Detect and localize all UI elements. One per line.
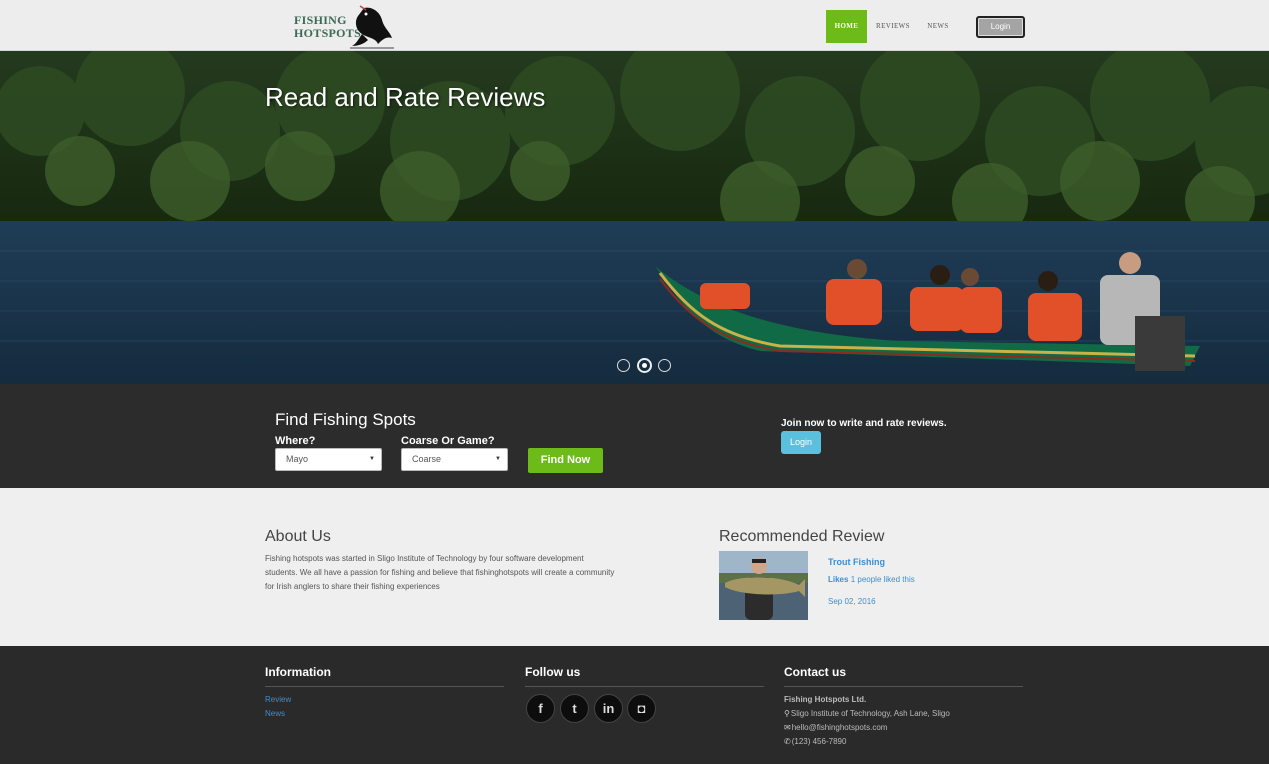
footer-link-news[interactable]: News	[265, 709, 285, 718]
nav-home-link[interactable]: HOME	[826, 10, 867, 43]
where-select[interactable]: Mayo ▼	[275, 448, 382, 471]
hero-carousel: Read and Rate Reviews	[0, 51, 1269, 384]
chevron-down-icon: ▼	[369, 456, 375, 462]
recommended-review-image[interactable]	[719, 551, 808, 620]
footer-divider	[265, 686, 504, 687]
footer-link-review[interactable]: Review	[265, 695, 291, 704]
phone-icon: ✆	[784, 737, 791, 746]
likes-label: Likes	[828, 575, 849, 584]
chevron-down-icon: ▼	[495, 456, 501, 462]
top-navbar: FISHING HOTSPOTS HOME REVIEWS NEWS Login	[0, 0, 1269, 51]
recommended-review-link[interactable]: Trout Fishing	[828, 557, 885, 567]
site-footer: Information Review News Follow us f t in…	[0, 646, 1269, 764]
main-content: About Us Fishing hotspots was started in…	[0, 488, 1269, 646]
facebook-icon[interactable]: f	[526, 694, 555, 723]
carousel-dot-1[interactable]	[617, 359, 630, 372]
fishing-type-select[interactable]: Coarse ▼	[401, 448, 508, 471]
contact-phone: ✆(123) 456-7890	[784, 737, 846, 746]
recommended-likes: Likes 1 people liked this	[828, 575, 915, 584]
instagram-icon[interactable]: ◘	[627, 694, 656, 723]
about-text: Fishing hotspots was started in Sligo In…	[265, 554, 615, 591]
fishing-type-select-value: Coarse	[412, 454, 442, 464]
email-text: hello@fishinghotspots.com	[791, 723, 888, 732]
carousel-dot-2[interactable]	[637, 358, 652, 373]
join-text: Join now to write and rate reviews.	[781, 418, 947, 429]
contact-address: ⚲Sligo Institute of Technology, Ash Lane…	[784, 709, 950, 718]
likes-count: 1 people liked this	[850, 575, 915, 584]
search-band: Find Fishing Spots Where? Coarse Or Game…	[0, 384, 1269, 488]
where-label: Where?	[275, 435, 316, 447]
linkedin-icon[interactable]: in	[594, 694, 623, 723]
carousel-dot-3[interactable]	[658, 359, 671, 372]
recommended-title: Recommended Review	[719, 528, 885, 545]
join-login-button[interactable]: Login	[781, 431, 821, 454]
footer-follow-title: Follow us	[525, 665, 581, 679]
nav-news-link[interactable]: NEWS	[923, 10, 953, 43]
contact-email[interactable]: ✉hello@fishinghotspots.com	[784, 723, 887, 732]
footer-contact-title: Contact us	[784, 665, 847, 679]
fish-logo-icon	[350, 5, 394, 49]
phone-text: (123) 456-7890	[791, 737, 847, 746]
search-title: Find Fishing Spots	[275, 410, 416, 429]
recommended-date: Sep 02, 2016	[828, 597, 876, 606]
address-text: Sligo Institute of Technology, Ash Lane,…	[790, 709, 950, 718]
fishing-type-label: Coarse Or Game?	[401, 435, 495, 447]
nav-login-button[interactable]: Login	[976, 16, 1025, 38]
brand-logo[interactable]: FISHING HOTSPOTS	[294, 4, 400, 50]
envelope-icon: ✉	[784, 723, 791, 732]
company-name: Fishing Hotspots Ltd.	[784, 695, 867, 704]
about-title: About Us	[265, 528, 331, 545]
hero-title: Read and Rate Reviews	[265, 82, 546, 112]
hero-lake-image	[0, 51, 1269, 384]
find-now-button[interactable]: Find Now	[528, 448, 603, 473]
map-pin-icon: ⚲	[784, 709, 790, 718]
footer-info-title: Information	[265, 665, 331, 679]
twitter-icon[interactable]: t	[560, 694, 589, 723]
footer-divider	[784, 686, 1023, 687]
footer-divider	[525, 686, 764, 687]
where-select-value: Mayo	[286, 454, 309, 464]
nav-reviews-link[interactable]: REVIEWS	[872, 10, 914, 43]
